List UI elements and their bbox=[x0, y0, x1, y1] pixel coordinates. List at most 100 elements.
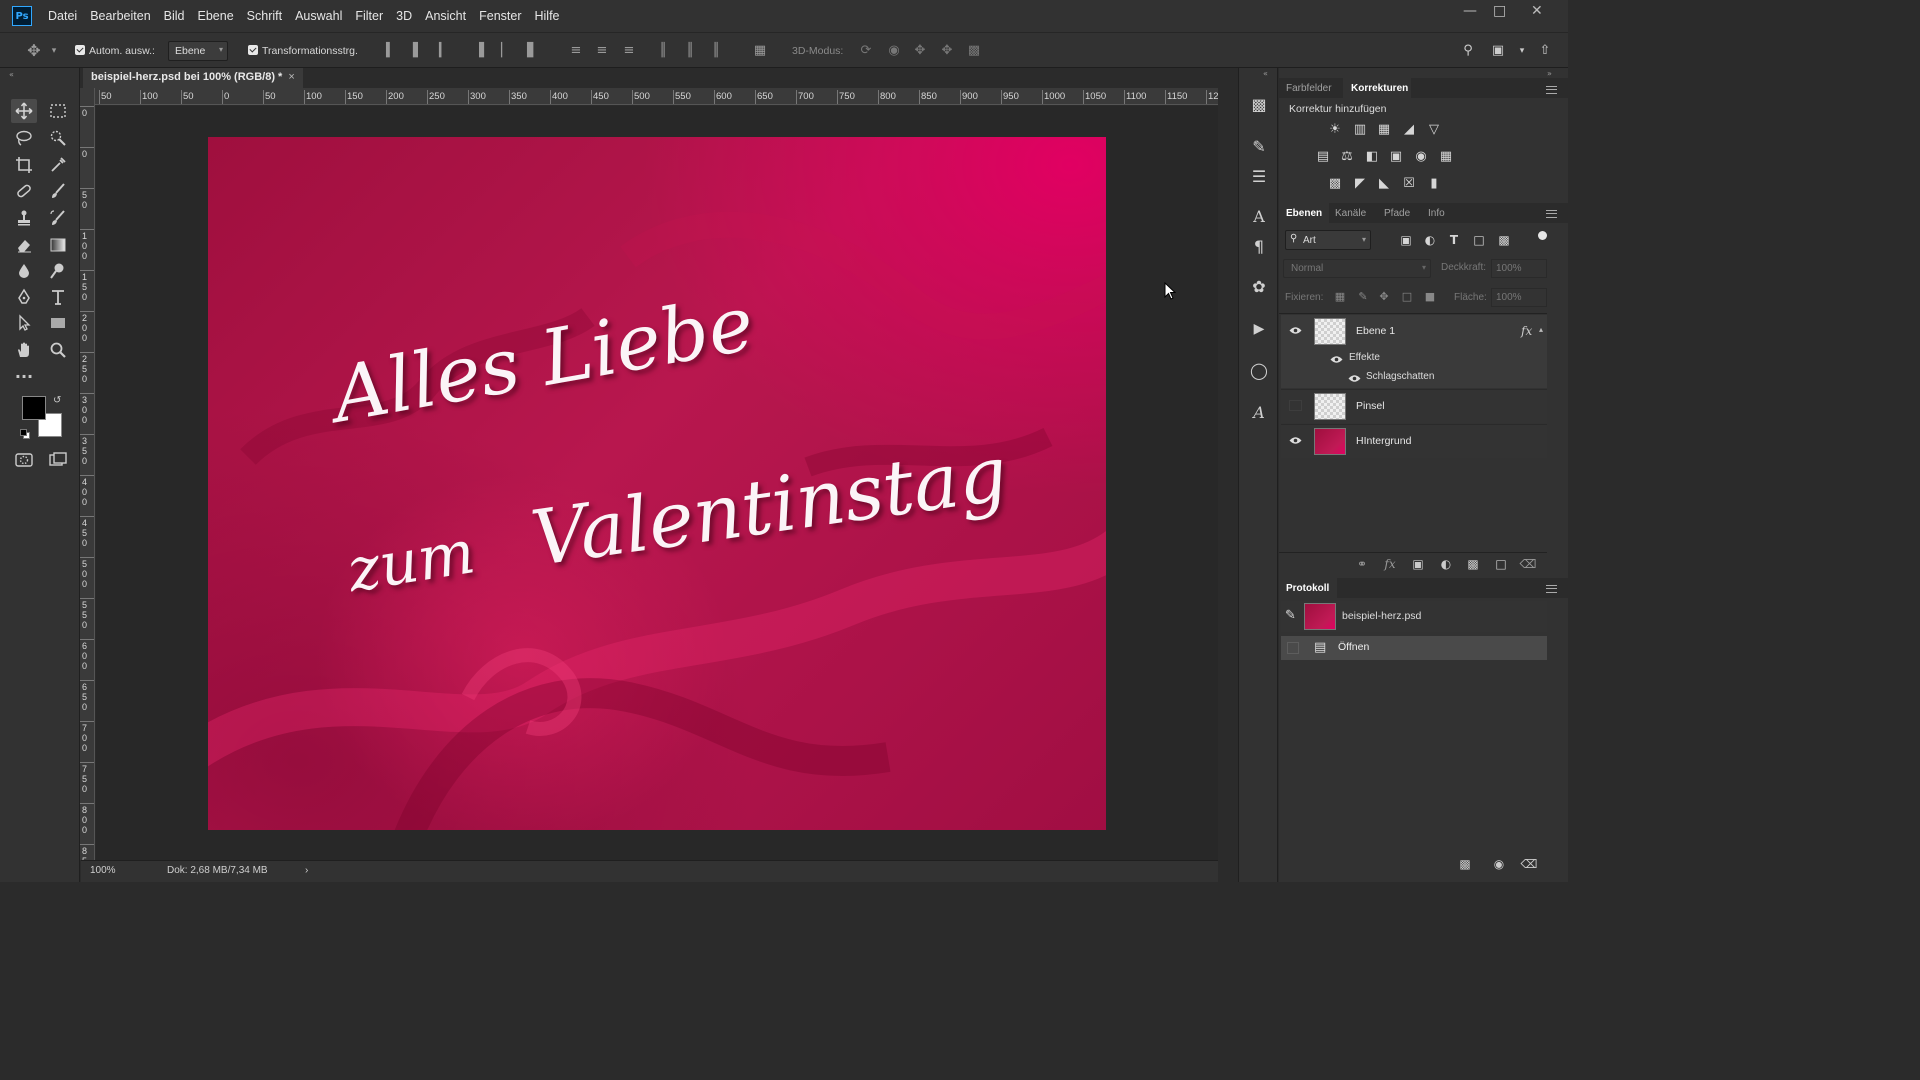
gradient-tool[interactable] bbox=[45, 233, 71, 257]
tab-adjustments[interactable]: Korrekturen bbox=[1351, 83, 1408, 94]
collapse-dock-icon[interactable]: » bbox=[1547, 69, 1552, 78]
tool-preset-chevron-icon[interactable]: ▾ bbox=[46, 43, 62, 59]
menu-auswahl[interactable]: Auswahl bbox=[295, 9, 342, 23]
lock-transparency-icon[interactable]: ▦ bbox=[1331, 289, 1349, 305]
blend-mode-dropdown[interactable]: Normal ▾ bbox=[1283, 259, 1431, 278]
drop-shadow-row[interactable]: Schlagschatten bbox=[1281, 368, 1547, 388]
history-step-row[interactable]: ▤ Öffnen bbox=[1281, 636, 1547, 660]
align-bottom-icon[interactable]: ▎ bbox=[436, 43, 452, 59]
canvas-area[interactable]: Alles Liebe zum Valentinstag bbox=[96, 106, 1218, 860]
exposure-icon[interactable]: ◢ bbox=[1400, 122, 1418, 138]
healing-brush-tool[interactable] bbox=[11, 179, 37, 203]
minimize-icon[interactable]: — bbox=[1463, 3, 1477, 19]
align-left-icon[interactable]: ▐ bbox=[471, 43, 487, 59]
collapse-icon[interactable]: « bbox=[9, 70, 14, 79]
eraser-tool[interactable] bbox=[11, 233, 37, 257]
character-styles-icon[interactable]: A bbox=[1247, 402, 1271, 424]
tab-paths[interactable]: Pfade bbox=[1384, 208, 1410, 219]
libraries-icon[interactable]: ▩ bbox=[1247, 94, 1271, 116]
zoom-tool[interactable] bbox=[45, 338, 71, 362]
swap-colors-icon[interactable]: ↺ bbox=[53, 395, 61, 406]
zoom-level[interactable]: 100% bbox=[90, 865, 116, 876]
lock-all-icon[interactable]: ■ bbox=[1421, 289, 1439, 305]
quick-mask-button[interactable] bbox=[11, 448, 37, 472]
3d-roll-icon[interactable]: ◉ bbox=[886, 43, 902, 59]
glyphs-icon[interactable]: ✿ bbox=[1247, 276, 1271, 298]
close-window-icon[interactable]: ✕ bbox=[1531, 3, 1543, 19]
document-canvas[interactable]: Alles Liebe zum Valentinstag bbox=[208, 137, 1106, 830]
menu-hilfe[interactable]: Hilfe bbox=[535, 9, 560, 23]
menu-fenster[interactable]: Fenster bbox=[479, 9, 521, 23]
actions-play-icon[interactable]: ▶ bbox=[1247, 318, 1271, 340]
adjustments-panel-menu-icon[interactable] bbox=[1546, 86, 1557, 94]
menu-filter[interactable]: Filter bbox=[355, 9, 383, 23]
default-colors-icon[interactable] bbox=[20, 429, 30, 439]
path-selection-tool[interactable] bbox=[11, 311, 37, 335]
workspace-icon[interactable]: ▣ bbox=[1490, 43, 1506, 59]
color-lookup-icon[interactable]: ▦ bbox=[1437, 149, 1455, 165]
layers-panel-menu-icon[interactable] bbox=[1546, 210, 1557, 218]
type-tool[interactable] bbox=[45, 285, 71, 309]
menu-3d[interactable]: 3D bbox=[396, 9, 412, 23]
invert-icon[interactable]: ▩ bbox=[1326, 176, 1344, 192]
layer-row-pinsel[interactable]: Pinsel bbox=[1281, 389, 1547, 423]
move-tool-icon[interactable]: ✥ bbox=[26, 43, 42, 59]
distribute-left-icon[interactable]: ║ bbox=[655, 43, 671, 59]
visibility-eye-icon[interactable] bbox=[1289, 436, 1302, 445]
selective-color-icon[interactable]: ☒ bbox=[1400, 176, 1418, 192]
history-brush-tool[interactable] bbox=[45, 206, 71, 230]
brightness-contrast-icon[interactable]: ☀ bbox=[1326, 122, 1344, 138]
close-tab-icon[interactable]: × bbox=[288, 71, 294, 83]
new-adjustment-layer-icon[interactable]: ◐ bbox=[1437, 556, 1455, 572]
tab-layers[interactable]: Ebenen bbox=[1286, 208, 1322, 219]
opacity-field[interactable]: 100% bbox=[1491, 259, 1547, 278]
tab-info[interactable]: Info bbox=[1428, 208, 1445, 219]
layer-row-ebene-1[interactable]: Ebene 1 fx ▴ bbox=[1281, 315, 1547, 349]
tab-history[interactable]: Protokoll bbox=[1286, 583, 1329, 594]
eyedropper-tool[interactable] bbox=[45, 153, 71, 177]
more-tools-icon[interactable]: ··· bbox=[11, 364, 37, 388]
link-layers-icon[interactable]: ⚭ bbox=[1353, 556, 1371, 572]
effects-row[interactable]: Effekte bbox=[1281, 349, 1547, 369]
marquee-tool[interactable] bbox=[45, 99, 71, 123]
fill-field[interactable]: 100% bbox=[1491, 288, 1547, 307]
3d-pan-icon[interactable]: ✥ bbox=[912, 43, 928, 59]
distribute-hcenter-icon[interactable]: ║ bbox=[682, 43, 698, 59]
align-vcenter-icon[interactable]: ▌ bbox=[410, 43, 426, 59]
new-document-from-state-icon[interactable]: ▩ bbox=[1456, 856, 1474, 872]
document-tab[interactable]: beispiel-herz.psd bei 100% (RGB/8) * × bbox=[83, 68, 303, 88]
visibility-eye-icon[interactable] bbox=[1289, 326, 1302, 335]
search-icon[interactable]: ⚲ bbox=[1460, 43, 1476, 59]
align-hcenter-icon[interactable]: ▏ bbox=[498, 43, 514, 59]
hue-saturation-icon[interactable]: ▤ bbox=[1314, 149, 1332, 165]
history-brush-source-icon[interactable]: ✎ bbox=[1285, 608, 1296, 623]
filter-pixel-icon[interactable]: ▣ bbox=[1397, 232, 1415, 248]
dodge-tool[interactable] bbox=[45, 259, 71, 283]
black-white-icon[interactable]: ◧ bbox=[1363, 149, 1381, 165]
brush-settings-icon[interactable]: ✎ bbox=[1247, 136, 1271, 158]
3d-orbit-icon[interactable]: ⟳ bbox=[858, 43, 874, 59]
filter-toggle-icon[interactable] bbox=[1538, 231, 1547, 240]
pen-tool[interactable] bbox=[11, 285, 37, 309]
add-fx-icon[interactable]: fx bbox=[1381, 556, 1399, 572]
auto-select-target-dropdown[interactable]: Ebene ▾ bbox=[168, 41, 228, 61]
posterize-icon[interactable]: ◤ bbox=[1351, 176, 1369, 192]
menu-bearbeiten[interactable]: Bearbeiten bbox=[90, 9, 150, 23]
history-source-box[interactable] bbox=[1287, 642, 1299, 654]
creative-cloud-icon[interactable]: ◯ bbox=[1247, 360, 1271, 382]
filter-adjustment-icon[interactable]: ◐ bbox=[1421, 232, 1439, 248]
quick-selection-tool[interactable] bbox=[45, 126, 71, 150]
curves-icon[interactable]: ▦ bbox=[1375, 122, 1393, 138]
chevron-up-icon[interactable]: ▴ bbox=[1539, 325, 1543, 334]
distribute-bottom-icon[interactable]: ≡ bbox=[621, 43, 637, 59]
tab-swatches[interactable]: Farbfelder bbox=[1286, 83, 1332, 94]
channel-mixer-icon[interactable]: ◉ bbox=[1412, 149, 1430, 165]
distribute-vcenter-icon[interactable]: ≡ bbox=[594, 43, 610, 59]
add-mask-icon[interactable]: ▣ bbox=[1409, 556, 1427, 572]
maximize-icon[interactable]: □ bbox=[1493, 3, 1506, 19]
share-icon[interactable]: ⇧ bbox=[1537, 43, 1553, 59]
history-snapshot-row[interactable]: ✎ beispiel-herz.psd bbox=[1281, 601, 1547, 632]
new-snapshot-camera-icon[interactable]: ◉ bbox=[1490, 856, 1508, 872]
new-layer-icon[interactable]: □ bbox=[1492, 556, 1510, 572]
expand-panels-icon[interactable]: « bbox=[1263, 69, 1268, 78]
